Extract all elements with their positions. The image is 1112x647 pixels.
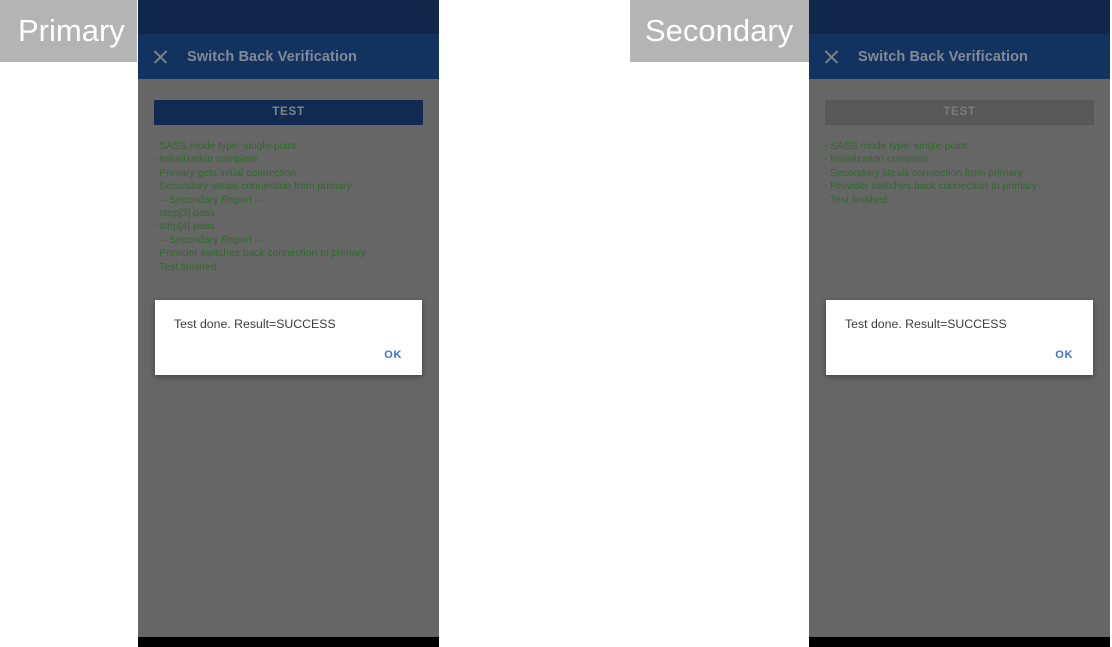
- device-screen-primary: Switch Back Verification TEST - SASS mod…: [138, 0, 439, 647]
- app-bar-title: Switch Back Verification: [858, 48, 1029, 65]
- test-log: - SASS mode type: single-point - Initiali…: [824, 140, 1098, 207]
- device-screen-secondary: Switch Back Verification TEST - SASS mod…: [809, 0, 1110, 647]
- dialog-message: Test done. Result=SUCCESS: [845, 317, 1007, 331]
- log-line: - Initialization complete: [153, 154, 258, 166]
- app-bar-title: Switch Back Verification: [187, 48, 358, 65]
- close-icon[interactable]: [823, 48, 840, 65]
- dialog-message: Test done. Result=SUCCESS: [174, 317, 336, 331]
- screen-body: TEST - SASS mode type: single-point - Ini…: [138, 79, 439, 637]
- log-line: - Secondary steals connection from prima…: [153, 181, 352, 193]
- log-line: - Provider switches back connection to p…: [824, 181, 1037, 193]
- screenshot-stage: Primary Secondary Switch Back Verificati…: [0, 0, 1112, 647]
- screen-body: TEST - SASS mode type: single-point - Ini…: [809, 79, 1110, 637]
- app-bar: Switch Back Verification: [809, 34, 1110, 79]
- log-line: - Provider switches back connection to p…: [153, 248, 366, 260]
- log-line: - Test finished: [153, 261, 217, 273]
- status-bar: [138, 0, 439, 34]
- log-line: - SASS mode type: single-point: [824, 141, 968, 152]
- log-line: - -- Secondary Report --: [153, 194, 262, 206]
- dialog-ok-button[interactable]: OK: [1051, 347, 1077, 363]
- log-line: - Test finished: [824, 194, 888, 206]
- status-bar: [809, 0, 1110, 34]
- dialog-ok-button[interactable]: OK: [380, 347, 406, 363]
- log-line: - step[3] pass: [153, 208, 215, 220]
- test-button[interactable]: TEST: [154, 100, 423, 125]
- log-line: - Primary gets initial connection: [153, 167, 297, 179]
- panel-caption-secondary: Secondary: [630, 0, 809, 62]
- close-icon[interactable]: [152, 48, 169, 65]
- log-line: - step[4] pass: [153, 221, 215, 233]
- navigation-bar: [809, 637, 1110, 647]
- log-line: - SASS mode type: single-point: [153, 141, 297, 152]
- log-line: - -- Secondary Report --: [153, 234, 262, 246]
- alert-dialog: Test done. Result=SUCCESS OK: [155, 300, 422, 375]
- log-line: - Secondary steals connection from prima…: [824, 167, 1023, 179]
- panel-caption-primary: Primary: [0, 0, 137, 62]
- log-line: - Initialization complete: [824, 154, 929, 166]
- test-button: TEST: [825, 100, 1094, 125]
- alert-dialog: Test done. Result=SUCCESS OK: [826, 300, 1093, 375]
- app-bar: Switch Back Verification: [138, 34, 439, 79]
- test-log: - SASS mode type: single-point - Initiali…: [153, 140, 427, 274]
- navigation-bar: [138, 637, 439, 647]
